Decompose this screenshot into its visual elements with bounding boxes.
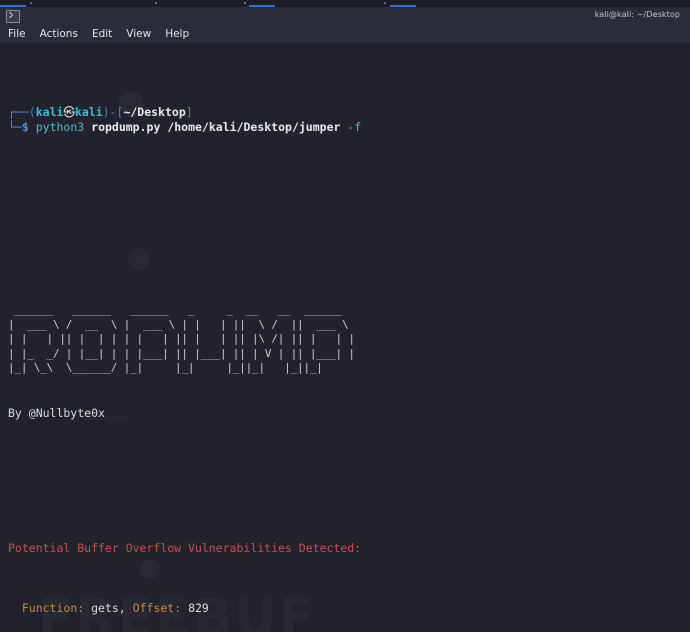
- menu-file[interactable]: File: [8, 28, 26, 40]
- banner-line: | |_ _/ | |__| | | |___| || |___| || | V…: [8, 346, 355, 360]
- menu-help[interactable]: Help: [165, 28, 189, 40]
- taskbar-item[interactable]: [249, 0, 275, 7]
- prompt-cwd: ~/Desktop: [123, 105, 186, 119]
- command-interpreter: python3: [35, 120, 85, 134]
- prompt-at-icon: ㉿: [63, 105, 75, 119]
- prompt-host: kali: [74, 105, 103, 119]
- command-flag: -f: [347, 120, 362, 134]
- menu-actions[interactable]: Actions: [40, 28, 78, 40]
- banner-line: |_| \_\ \______/ |_| |_| |_||_| |_||_|: [8, 361, 355, 374]
- banner-line: ______ ______ ______ _ _ __ __ ______: [8, 303, 355, 316]
- command-script: ropdump.py: [91, 120, 161, 134]
- vuln-function-name: gets,: [91, 600, 126, 615]
- prompt-corner-top: ┌──: [8, 105, 29, 119]
- banner-line: | ___ \ / __ \ | ___ \ | | | || \ / || _…: [8, 317, 355, 331]
- vuln-offset-value: 829: [188, 600, 209, 615]
- vuln-heading: Potential Buffer Overflow Vulnerabilitie…: [8, 541, 690, 556]
- command-target-path: /home/kali/Desktop/jumper: [167, 120, 341, 134]
- vuln-offset-label: Offset:: [132, 600, 182, 615]
- banner-line: | | | || | | | | | | || | | || |\ /| || …: [8, 332, 355, 345]
- menubar: File Actions Edit View Help: [0, 24, 690, 43]
- terminal-lines: ┌──(kali㉿kali)-[~/Desktop] └─$ python3 r…: [0, 43, 690, 632]
- banner-byline: By @Nullbyte0x: [8, 405, 105, 420]
- shell-prompt: ┌──(kali㉿kali)-[~/Desktop] └─$ python3 r…: [8, 105, 690, 137]
- taskbar-item[interactable]: [0, 0, 26, 7]
- desktop-taskbar-strip[interactable]: [0, 0, 690, 7]
- vuln-function-label: Function:: [21, 600, 85, 615]
- prompt-paren-open: (: [28, 105, 36, 119]
- prompt-corner-bottom: └─: [8, 120, 22, 134]
- terminal-output-area[interactable]: The System Cutter ropdump.py FREEBUF FRE…: [0, 43, 690, 632]
- taskbar-item[interactable]: [155, 0, 159, 7]
- menu-view[interactable]: View: [126, 28, 151, 40]
- prompt-line-1: ┌──(kali㉿kali)-[~/Desktop]: [8, 105, 193, 120]
- vuln-function-row: Function: gets, Offset: 829: [8, 601, 690, 616]
- prompt-paren-close: ): [102, 105, 110, 119]
- ascii-banner: ______ ______ ______ _ _ __ __ ______ | …: [8, 303, 690, 376]
- window-titlebar[interactable]: kali@kali: ~/Desktop: [0, 7, 690, 24]
- prompt-user: kali: [35, 105, 64, 119]
- prompt-bracket-close: ]: [185, 105, 193, 119]
- prompt-line-2: └─$ python3 ropdump.py /home/kali/Deskto…: [8, 120, 361, 135]
- window-title: kali@kali: ~/Desktop: [594, 10, 680, 19]
- vuln-heading-text: Potential Buffer Overflow Vulnerabilitie…: [8, 540, 362, 555]
- prompt-dash: -: [109, 105, 117, 119]
- terminal-icon: [6, 10, 20, 23]
- taskbar-item[interactable]: [390, 0, 416, 7]
- prompt-dollar: $: [21, 120, 29, 134]
- terminal-window: kali@kali: ~/Desktop File Actions Edit V…: [0, 0, 690, 632]
- menu-edit[interactable]: Edit: [92, 28, 112, 40]
